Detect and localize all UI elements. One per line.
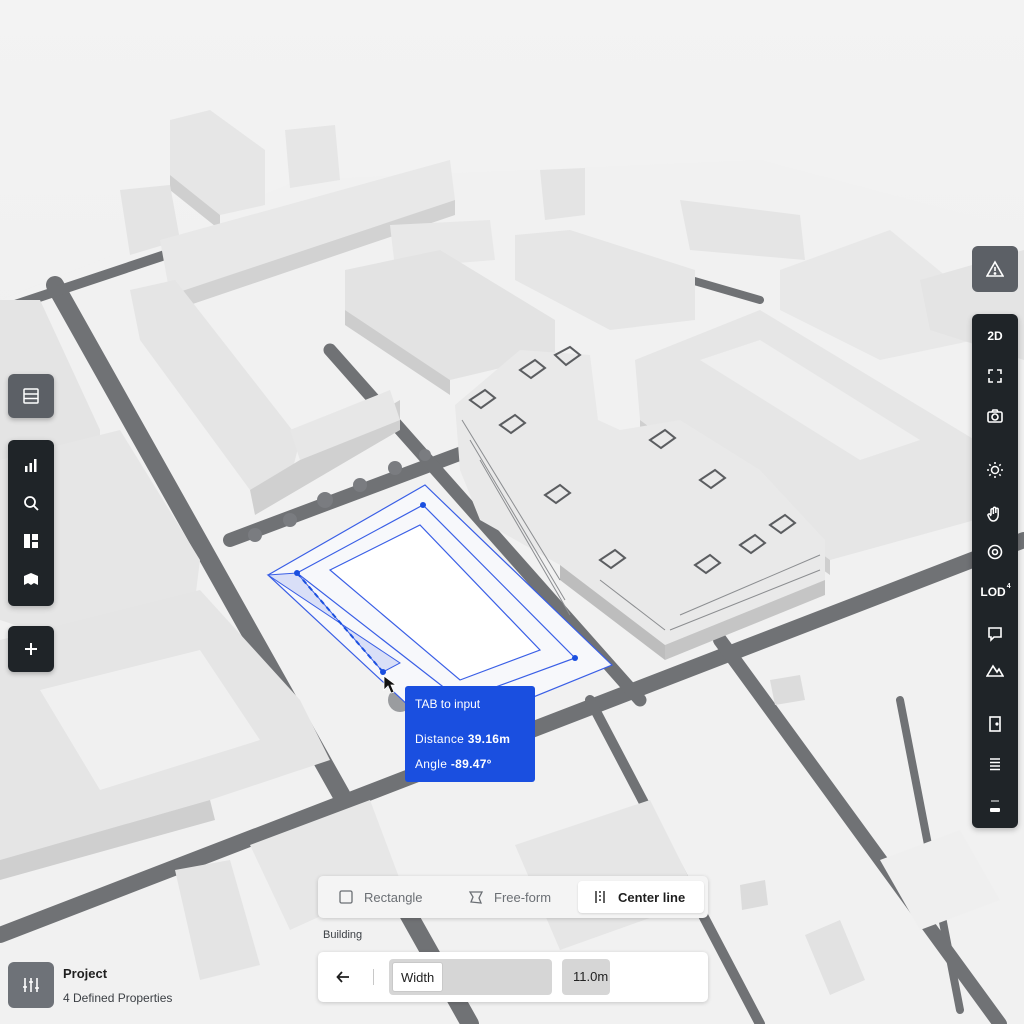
search-button[interactable] <box>14 486 48 520</box>
map-icon <box>24 573 38 585</box>
search-icon <box>24 496 39 511</box>
center-line-icon <box>595 891 605 903</box>
mode-rectangle[interactable]: Rectangle <box>338 881 458 913</box>
drawing-mode-selector: Rectangle Free-form Center line <box>318 876 708 918</box>
door-icon <box>989 716 1001 732</box>
fullscreen-button[interactable] <box>972 358 1018 394</box>
project-subtitle: 4 Defined Properties <box>63 991 173 1005</box>
distance-label: Distance <box>415 732 465 746</box>
add-button[interactable] <box>8 626 54 672</box>
distance-value: 39.16m <box>467 732 511 746</box>
level-button[interactable] <box>972 788 1018 824</box>
divider <box>373 969 374 985</box>
angle-label: Angle <box>415 757 448 771</box>
width-field-label: Width <box>392 962 444 992</box>
level-icon <box>990 800 1000 812</box>
tooltip-angle: Angle -89.47° <box>415 757 525 771</box>
width-value-input[interactable]: 11.0m <box>562 959 610 995</box>
angle-value: -89.47° <box>450 757 492 771</box>
warning-button[interactable] <box>972 246 1018 292</box>
lod-level: 4 <box>1006 582 1011 590</box>
plus-icon <box>25 643 37 655</box>
square-icon <box>339 890 353 904</box>
bar-chart-icon <box>25 459 37 472</box>
mode-free-form[interactable]: Free-form <box>468 881 578 913</box>
project-title: Project <box>63 966 108 981</box>
layers-icon <box>990 758 1000 771</box>
comment-icon <box>988 627 1002 642</box>
toggle-2d-button[interactable]: 2D <box>972 318 1018 354</box>
project-settings-button[interactable] <box>8 962 54 1008</box>
warning-icon <box>986 260 1004 277</box>
toggle-2d-label: 2D <box>987 329 1003 343</box>
terrain-button[interactable] <box>972 652 1018 688</box>
analytics-button[interactable] <box>14 448 48 482</box>
viewport-3d[interactable]: TAB to input Distance 39.16m Angle -89.4… <box>0 0 1024 1024</box>
map-button[interactable] <box>14 562 48 596</box>
back-button[interactable] <box>330 964 356 990</box>
arrow-left-icon <box>336 971 349 983</box>
width-field[interactable]: Width <box>389 959 552 995</box>
sun-icon <box>987 462 1003 478</box>
mode-center-line-label: Center line <box>618 889 686 905</box>
terrain-icon <box>986 664 1004 677</box>
lod-button[interactable]: LOD 4 <box>972 574 1018 610</box>
interaction-button[interactable] <box>972 496 1018 532</box>
right-toolbar: 2D LOD 4 <box>972 314 1018 828</box>
building-input-bar: Width 11.0m <box>318 952 708 1002</box>
measure-tooltip: TAB to input Distance 39.16m Angle -89.4… <box>405 686 535 782</box>
drag-hand-icon <box>987 506 999 522</box>
comment-button[interactable] <box>972 616 1018 652</box>
sliders-icon <box>23 978 39 992</box>
mode-center-line[interactable]: Center line <box>578 881 704 913</box>
city-3d-scene[interactable] <box>0 0 1024 1024</box>
visibility-button[interactable] <box>972 534 1018 570</box>
door-button[interactable] <box>972 706 1018 742</box>
grid-icon <box>23 388 39 404</box>
mode-free-form-label: Free-form <box>494 889 552 905</box>
tooltip-distance: Distance 39.16m <box>415 732 525 746</box>
screenshot-button[interactable] <box>972 398 1018 434</box>
left-toolbar <box>8 440 54 606</box>
building-section-label: Building <box>323 929 363 941</box>
mode-rectangle-label: Rectangle <box>364 889 423 905</box>
camera-icon <box>987 409 1003 423</box>
dashboard-button[interactable] <box>14 524 48 558</box>
fullscreen-icon <box>988 369 1002 383</box>
tooltip-hint: TAB to input <box>415 697 481 711</box>
sun-study-button[interactable] <box>972 452 1018 488</box>
lod-label: LOD <box>980 585 1006 599</box>
dashboard-icon <box>24 534 38 548</box>
grid-view-button[interactable] <box>8 374 54 418</box>
freeform-icon <box>468 891 484 904</box>
layers-button[interactable] <box>972 746 1018 782</box>
eye-icon <box>987 544 1003 560</box>
